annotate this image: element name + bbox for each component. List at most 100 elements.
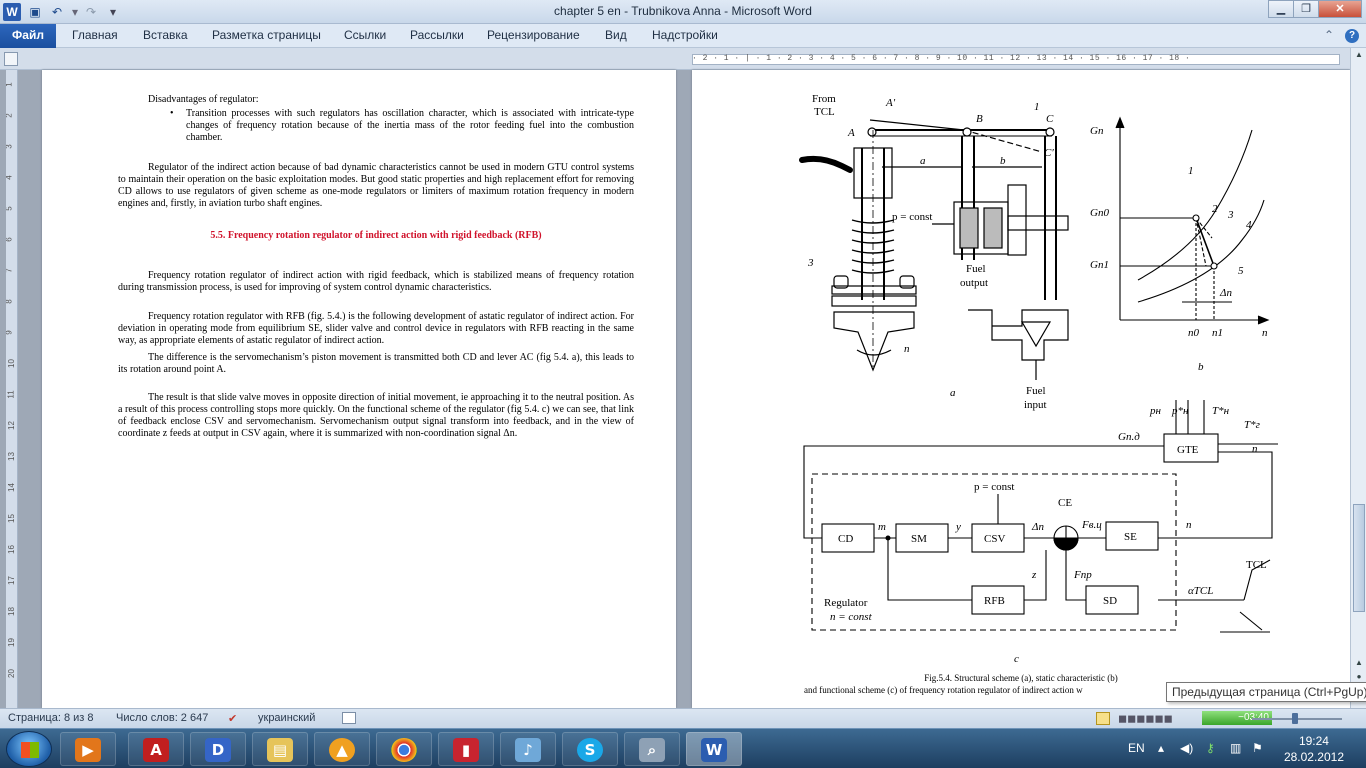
- scheme-gpd: Gп.д: [1118, 431, 1140, 443]
- tab-home[interactable]: Главная: [72, 28, 118, 42]
- figure-5-4: From TCL A A′ B 1 C C′ a b p = const 3 F…: [799, 93, 1278, 665]
- taskbar-music[interactable]: ♪: [500, 732, 556, 766]
- tray-show-hidden-icon[interactable]: ▴: [1158, 741, 1164, 755]
- title-bar: W ▣ ↶ ▾ ↷ ▾ chapter 5 en - Trubnikova An…: [0, 0, 1366, 24]
- graph-g0: Gп0: [1090, 207, 1109, 219]
- document-page-2[interactable]: From TCL A A′ B 1 C C′ a b p = const 3 F…: [692, 70, 1350, 708]
- status-words[interactable]: Число слов: 2 647: [116, 712, 208, 724]
- scroll-up-icon[interactable]: ▲: [1353, 50, 1365, 59]
- graph-dn: Δn: [1219, 287, 1232, 299]
- view-print-layout-icon[interactable]: [1096, 712, 1110, 725]
- zoom-slider-handle[interactable]: [1292, 713, 1298, 724]
- proofing-icon[interactable]: ✔: [228, 712, 237, 725]
- taskbar-acrobat[interactable]: A: [128, 732, 184, 766]
- block-cd[interactable]: CD: [838, 533, 853, 545]
- taskbar-aimp[interactable]: ▲: [314, 732, 370, 766]
- graph-g1: Gп1: [1090, 259, 1109, 271]
- ribbon-tabs: Файл Главная Вставка Разметка страницы С…: [0, 24, 1366, 48]
- tray-flag-icon[interactable]: ⚑: [1252, 741, 1263, 755]
- vertical-scrollbar[interactable]: ▲ ▲ ● ▼: [1350, 48, 1366, 708]
- status-page[interactable]: Страница: 8 из 8: [8, 712, 94, 724]
- signal-dn: Δn: [1031, 521, 1044, 533]
- vruler-mark: 20: [6, 669, 16, 678]
- close-button[interactable]: ✕: [1318, 0, 1362, 18]
- vertical-ruler[interactable]: 1 2 3 4 5 6 7 8 9 10 11 12 13 14 15 16 1…: [6, 70, 18, 708]
- vruler-mark: 12: [6, 421, 16, 430]
- tab-references[interactable]: Ссылки: [344, 28, 386, 42]
- taskbar-chrome[interactable]: [376, 732, 432, 766]
- block-gte[interactable]: GTE: [1177, 444, 1199, 456]
- tab-page-layout[interactable]: Разметка страницы: [212, 28, 321, 42]
- taskbar-viewer[interactable]: ⌕: [624, 732, 680, 766]
- scheme-input-tn: T*н: [1212, 405, 1230, 417]
- chrome-icon: [391, 738, 417, 762]
- fig-tcl-label: TCL: [814, 106, 835, 118]
- section-heading: 5.5. Frequency rotation regulator of ind…: [210, 230, 542, 241]
- macro-icon[interactable]: [342, 712, 356, 724]
- app-d-icon: D: [205, 738, 231, 762]
- tray-volume-icon[interactable]: ◀): [1180, 741, 1193, 755]
- tab-addins[interactable]: Надстройки: [652, 28, 718, 42]
- maximize-button[interactable]: ❐: [1293, 0, 1319, 18]
- block-csv[interactable]: CSV: [984, 533, 1005, 545]
- figure-caption-2: and functional scheme (c) of frequency r…: [804, 685, 1083, 695]
- regulator-label-2: n = const: [830, 611, 873, 623]
- fig-point-3: 3: [807, 257, 814, 269]
- fig-n-label: n: [904, 343, 910, 355]
- fig-from-label: From: [812, 93, 836, 105]
- bullet-item-1: Transition processes with such regulator…: [186, 108, 634, 143]
- window-controls: ▁ ❐ ✕: [1268, 0, 1362, 20]
- tray-key-icon[interactable]: ⚷: [1206, 741, 1215, 755]
- document-page-1[interactable]: Disadvantages of regulator: • Transition…: [42, 70, 676, 708]
- block-sm[interactable]: SM: [911, 533, 927, 545]
- vruler-mark: 14: [6, 483, 16, 492]
- fig-label-a: a: [950, 387, 956, 399]
- regulator-label-1: Regulator: [824, 597, 868, 609]
- fig-point-a-prime: A′: [885, 97, 896, 109]
- vruler-mark: 5: [6, 206, 14, 210]
- tray-language[interactable]: EN: [1128, 741, 1145, 755]
- fig-point-b: B: [976, 113, 983, 125]
- graph-curve-5: 5: [1238, 265, 1244, 277]
- tab-mailings[interactable]: Рассылки: [410, 28, 464, 42]
- fig-fuel-input-2: input: [1024, 399, 1047, 411]
- vruler-mark: 19: [6, 638, 16, 647]
- taskbar-book[interactable]: ▮: [438, 732, 494, 766]
- tab-review[interactable]: Рецензирование: [487, 28, 580, 42]
- scroll-prev-page-icon[interactable]: ▲: [1353, 658, 1365, 667]
- graph-curve-4: 4: [1246, 219, 1252, 231]
- scheme-input-pn: pн: [1149, 405, 1162, 417]
- disadvantages-title: Disadvantages of regulator:: [148, 94, 259, 105]
- tab-view[interactable]: Вид: [605, 28, 627, 42]
- tray-clock[interactable]: 19:24 28.02.2012: [1284, 733, 1344, 765]
- scroll-browse-icon[interactable]: ●: [1353, 672, 1365, 681]
- block-sd[interactable]: SD: [1103, 595, 1117, 607]
- start-button[interactable]: [6, 731, 52, 767]
- tab-insert[interactable]: Вставка: [143, 28, 188, 42]
- help-icon[interactable]: ?: [1345, 29, 1359, 43]
- status-language[interactable]: украинский: [258, 712, 315, 724]
- tab-file[interactable]: Файл: [0, 24, 56, 48]
- tray-network-icon[interactable]: ▥: [1230, 741, 1241, 755]
- paragraph-4: The difference is the servomechanism’s p…: [118, 352, 634, 375]
- taskbar-skype[interactable]: S: [562, 732, 618, 766]
- signal-y: y: [955, 521, 961, 533]
- media-controls[interactable]: ◼◼◼◼◼◼: [1118, 712, 1173, 725]
- block-rfb[interactable]: RFB: [984, 595, 1005, 607]
- block-se[interactable]: SE: [1124, 531, 1137, 543]
- vruler-mark: 16: [6, 545, 16, 554]
- expand-ribbon-icon[interactable]: ⌃: [1324, 28, 1334, 42]
- taskbar-app-d[interactable]: D: [190, 732, 246, 766]
- signal-tcl: TCL: [1246, 559, 1267, 571]
- tab-selector-icon[interactable]: [4, 52, 18, 66]
- windows-taskbar: ▶ A D ▤ ▲ ▮ ♪ S ⌕ W EN ▴ ◀) ⚷ ▥ ⚑ 19:24 …: [0, 728, 1366, 768]
- vruler-mark: 3: [6, 144, 14, 148]
- taskbar-media-player[interactable]: ▶: [60, 732, 116, 766]
- graph-y-label: Gп: [1090, 125, 1104, 137]
- horizontal-ruler[interactable]: · 2 · 1 · | · 1 · 2 · 3 · 4 · 5 · 6 · 7 …: [0, 48, 1366, 70]
- taskbar-word[interactable]: W: [686, 732, 742, 766]
- taskbar-explorer[interactable]: ▤: [252, 732, 308, 766]
- minimize-button[interactable]: ▁: [1268, 0, 1294, 18]
- scrollbar-thumb[interactable]: [1353, 504, 1365, 612]
- tooltip-previous-page: Предыдущая страница (Ctrl+PgUp): [1166, 682, 1366, 702]
